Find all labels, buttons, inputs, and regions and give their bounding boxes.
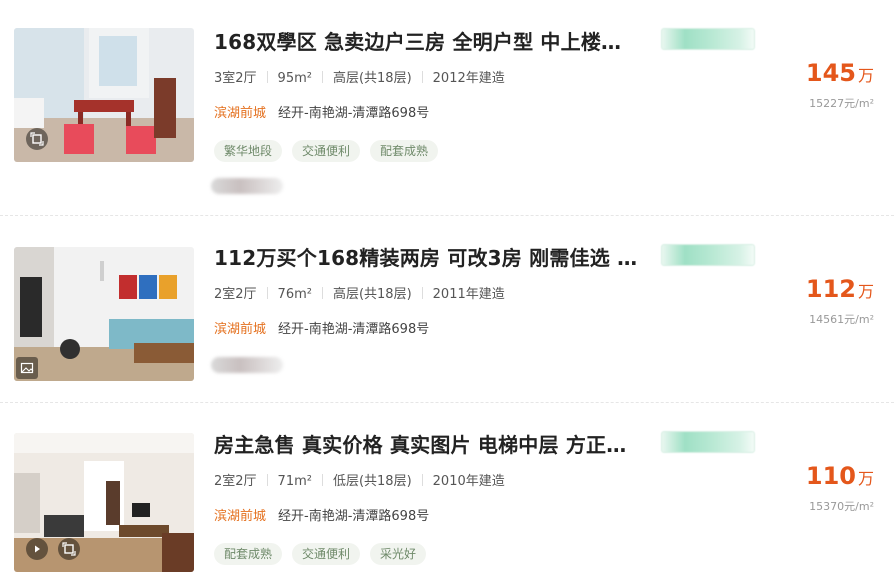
listing-address: 滨湖前城 经开-南艳湖-清潭路698号	[214, 505, 429, 524]
listing-photo[interactable]	[14, 28, 194, 162]
build-year: 2011年建造	[432, 287, 505, 302]
feature-tag: 繁华地段	[214, 140, 283, 162]
room-layout: 2室2厅	[214, 474, 257, 489]
listing-card[interactable]: 112万买个168精装两房 可改3房 刚需佳选 中... 2室2厅 76m² 高层(…	[0, 216, 894, 403]
promo-badge	[661, 28, 755, 50]
room-layout: 2室2厅	[214, 287, 257, 302]
unit-price: 15227元/m²	[809, 97, 874, 110]
agent-info-blurred	[211, 178, 283, 194]
floor: 高层(共18层)	[332, 287, 412, 302]
feature-tag: 采光好	[370, 543, 427, 565]
listing-title[interactable]: 168双學区 急卖边户三房 全明户型 中上楼层 ...	[214, 26, 638, 55]
road-address: 经开-南艳湖-清潭路698号	[278, 322, 430, 337]
listing-title[interactable]: 112万买个168精装两房 可改3房 刚需佳选 中...	[214, 242, 638, 271]
price-value: 110	[805, 462, 856, 490]
total-price: 112 万	[806, 275, 874, 303]
feature-tags: 繁华地段 交通便利 配套成熟	[214, 140, 439, 162]
area: 95m²	[277, 71, 312, 86]
listing-info: 2室2厅 76m² 高层(共18层) 2011年建造	[214, 283, 505, 302]
feature-tag: 配套成熟	[214, 543, 283, 565]
promo-badge	[661, 244, 755, 266]
listing-address: 滨湖前城 经开-南艳湖-清潭路698号	[214, 318, 429, 337]
floor: 低层(共18层)	[332, 474, 412, 489]
listing-card[interactable]: 168双學区 急卖边户三房 全明户型 中上楼层 ... 3室2厅 95m² 高层(共…	[0, 0, 894, 216]
feature-tags: 配套成熟 交通便利 采光好	[214, 543, 427, 565]
price-value: 145	[805, 59, 856, 87]
unit-price: 14561元/m²	[809, 313, 874, 326]
price-unit: 万	[857, 66, 874, 85]
area: 76m²	[277, 287, 312, 302]
build-year: 2012年建造	[432, 71, 505, 86]
floor: 高层(共18层)	[332, 71, 412, 86]
image-icon[interactable]	[16, 357, 38, 379]
price-value: 112	[805, 275, 856, 303]
feature-tag: 配套成熟	[370, 140, 439, 162]
total-price: 145 万	[806, 59, 874, 87]
community-link[interactable]: 滨湖前城	[214, 509, 266, 524]
listing-list: 168双學区 急卖边户三房 全明户型 中上楼层 ... 3室2厅 95m² 高层(共…	[0, 0, 894, 572]
unit-price: 15370元/m²	[809, 500, 874, 513]
community-link[interactable]: 滨湖前城	[214, 322, 266, 337]
price-unit: 万	[857, 282, 874, 301]
feature-tag: 交通便利	[292, 543, 361, 565]
listing-photo[interactable]	[14, 247, 194, 381]
listing-card[interactable]: 房主急售 真实价格 真实图片 电梯中层 方正2... 2室2厅 71m² 低层(共1…	[0, 403, 894, 572]
listing-address: 滨湖前城 经开-南艳湖-清潭路698号	[214, 102, 429, 121]
play-icon[interactable]	[26, 538, 48, 560]
total-price: 110 万	[806, 462, 874, 490]
listing-title[interactable]: 房主急售 真实价格 真实图片 电梯中层 方正2...	[214, 429, 638, 458]
listing-info: 3室2厅 95m² 高层(共18层) 2012年建造	[214, 67, 505, 86]
gallery-icon[interactable]	[58, 538, 80, 560]
listing-info: 2室2厅 71m² 低层(共18层) 2010年建造	[214, 470, 505, 489]
feature-tag: 交通便利	[292, 140, 361, 162]
road-address: 经开-南艳湖-清潭路698号	[278, 106, 430, 121]
price-unit: 万	[857, 469, 874, 488]
promo-badge	[661, 431, 755, 453]
room-layout: 3室2厅	[214, 71, 257, 86]
agent-info-blurred	[211, 357, 283, 373]
listing-photo[interactable]	[14, 433, 194, 572]
road-address: 经开-南艳湖-清潭路698号	[278, 509, 430, 524]
build-year: 2010年建造	[432, 474, 505, 489]
community-link[interactable]: 滨湖前城	[214, 106, 266, 121]
area: 71m²	[277, 474, 312, 489]
gallery-icon[interactable]	[26, 128, 48, 150]
